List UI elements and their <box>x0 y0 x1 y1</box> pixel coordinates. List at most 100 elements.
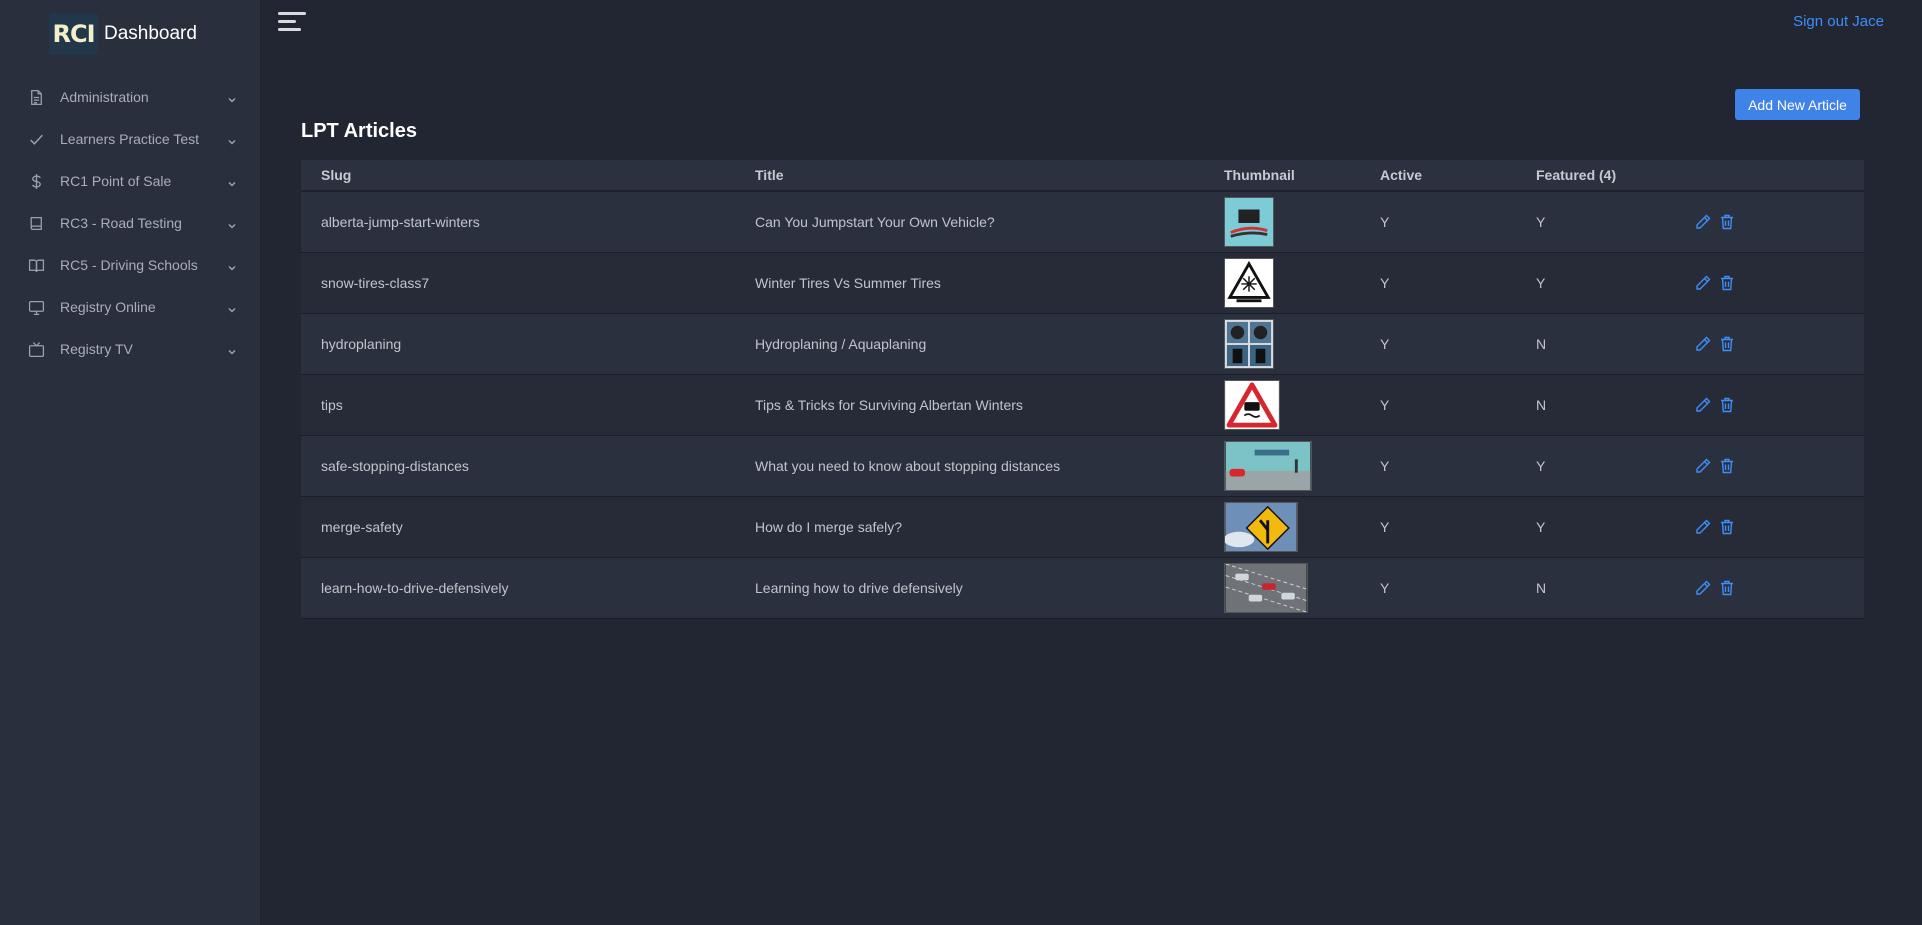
stopping-distance-thumbnail <box>1224 441 1312 491</box>
book-icon <box>27 214 45 232</box>
tires-grid-thumbnail <box>1224 319 1274 369</box>
sign-out-link[interactable]: Sign out Jace <box>1793 13 1884 30</box>
merge-sign-thumbnail <box>1224 502 1298 552</box>
table-header: Slug Title Thumbnail Active Featured (4) <box>301 160 1864 192</box>
cell-slug: alberta-jump-start-winters <box>321 214 480 230</box>
chevron-down-icon <box>226 175 238 187</box>
table-row: snow-tires-class7 Winter Tires Vs Summer… <box>301 253 1864 314</box>
pencil-icon[interactable] <box>1694 579 1712 597</box>
hamburger-line <box>278 12 306 15</box>
cell-active: Y <box>1380 336 1390 352</box>
sidebar-item-rc5-driving-schools[interactable]: RC5 - Driving Schools <box>0 244 260 286</box>
hamburger-line <box>278 28 301 31</box>
cell-active: Y <box>1380 519 1390 535</box>
table-row: merge-safety How do I merge safely? Y Y <box>301 497 1864 558</box>
cell-actions <box>1692 396 1864 414</box>
cell-thumbnail <box>1224 441 1380 491</box>
cell-thumbnail <box>1224 380 1380 430</box>
cell-featured: Y <box>1536 214 1546 230</box>
sidebar-item-label: Administration <box>60 89 149 105</box>
cell-thumbnail <box>1224 563 1380 613</box>
cell-title: Hydroplaning / Aquaplaning <box>755 336 927 352</box>
column-header-thumbnail[interactable]: Thumbnail <box>1224 167 1380 183</box>
pencil-icon[interactable] <box>1694 396 1712 414</box>
cell-slug: safe-stopping-distances <box>321 458 469 474</box>
trash-icon[interactable] <box>1718 335 1736 353</box>
dollar-icon <box>27 172 45 190</box>
cell-slug: tips <box>321 397 343 413</box>
cell-slug: merge-safety <box>321 519 403 535</box>
sidebar-nav: Administration Learners Practice Test RC… <box>0 76 260 370</box>
column-header-active[interactable]: Active <box>1380 167 1536 183</box>
cell-title: Winter Tires Vs Summer Tires <box>755 275 941 291</box>
table-row: safe-stopping-distances What you need to… <box>301 436 1864 497</box>
cell-active: Y <box>1380 580 1390 596</box>
sidebar-item-label: Learners Practice Test <box>60 131 200 147</box>
pencil-icon[interactable] <box>1694 213 1712 231</box>
winter-tires-sign-thumbnail <box>1224 258 1274 308</box>
pencil-icon[interactable] <box>1694 274 1712 292</box>
hamburger-icon[interactable] <box>278 12 306 34</box>
cell-slug: hydroplaning <box>321 336 402 352</box>
cell-actions <box>1692 457 1864 475</box>
sidebar-item-learners-practice-test[interactable]: Learners Practice Test <box>0 118 260 160</box>
cell-thumbnail <box>1224 197 1380 247</box>
check-icon <box>27 130 45 148</box>
cell-featured: N <box>1536 397 1547 413</box>
sidebar-item-rc1-point-of-sale[interactable]: RC1 Point of Sale <box>0 160 260 202</box>
cell-title: Can You Jumpstart Your Own Vehicle? <box>755 214 995 230</box>
sidebar-item-administration[interactable]: Administration <box>0 76 260 118</box>
column-header-title[interactable]: Title <box>755 167 1224 183</box>
sidebar-item-label: RC5 - Driving Schools <box>60 257 198 273</box>
cell-active: Y <box>1380 214 1390 230</box>
rci-logo: RCI <box>49 12 98 55</box>
brand[interactable]: RCI Dashboard <box>0 0 260 67</box>
cell-actions <box>1692 579 1864 597</box>
table-row: tips Tips & Tricks for Surviving Alberta… <box>301 375 1864 436</box>
cell-title: Tips & Tricks for Surviving Albertan Win… <box>755 397 1023 413</box>
cell-actions <box>1692 274 1864 292</box>
trash-icon[interactable] <box>1718 457 1736 475</box>
pencil-icon[interactable] <box>1694 335 1712 353</box>
page-title: LPT Articles <box>301 120 417 142</box>
table-row: alberta-jump-start-winters Can You Jumps… <box>301 192 1864 253</box>
chevron-down-icon <box>226 91 238 103</box>
trash-icon[interactable] <box>1718 213 1736 231</box>
sidebar-item-label: Registry TV <box>60 341 133 357</box>
open-book-icon <box>27 256 45 274</box>
trash-icon[interactable] <box>1718 518 1736 536</box>
cell-featured: N <box>1536 336 1547 352</box>
sidebar-item-registry-tv[interactable]: Registry TV <box>0 328 260 370</box>
column-header-featured[interactable]: Featured (4) <box>1536 167 1692 183</box>
sidebar-item-registry-online[interactable]: Registry Online <box>0 286 260 328</box>
trash-icon[interactable] <box>1718 396 1736 414</box>
cell-featured: N <box>1536 580 1547 596</box>
cell-featured: Y <box>1536 458 1546 474</box>
app-root: RCI Dashboard Administration Learners Pr… <box>0 0 1922 925</box>
cell-title: How do I merge safely? <box>755 519 903 535</box>
document-icon <box>27 88 45 106</box>
cell-thumbnail <box>1224 319 1380 369</box>
cell-thumbnail <box>1224 502 1380 552</box>
cell-slug: learn-how-to-drive-defensively <box>321 580 509 596</box>
cell-active: Y <box>1380 275 1390 291</box>
cell-active: Y <box>1380 397 1390 413</box>
cell-featured: Y <box>1536 519 1546 535</box>
chevron-down-icon <box>226 343 238 355</box>
column-header-slug[interactable]: Slug <box>301 167 755 183</box>
monitor-icon <box>27 298 45 316</box>
cell-actions <box>1692 213 1864 231</box>
cell-slug: snow-tires-class7 <box>321 275 430 291</box>
cell-title: Learning how to drive defensively <box>755 580 963 596</box>
tv-icon <box>27 340 45 358</box>
sidebar: RCI Dashboard Administration Learners Pr… <box>0 0 261 925</box>
pencil-icon[interactable] <box>1694 457 1712 475</box>
add-new-article-button[interactable]: Add New Article <box>1735 89 1860 120</box>
trash-icon[interactable] <box>1718 274 1736 292</box>
jumper-cables-thumbnail <box>1224 197 1274 247</box>
pencil-icon[interactable] <box>1694 518 1712 536</box>
trash-icon[interactable] <box>1718 579 1736 597</box>
sidebar-item-rc3-road-testing[interactable]: RC3 - Road Testing <box>0 202 260 244</box>
sidebar-item-label: RC3 - Road Testing <box>60 215 182 231</box>
cell-active: Y <box>1380 458 1390 474</box>
